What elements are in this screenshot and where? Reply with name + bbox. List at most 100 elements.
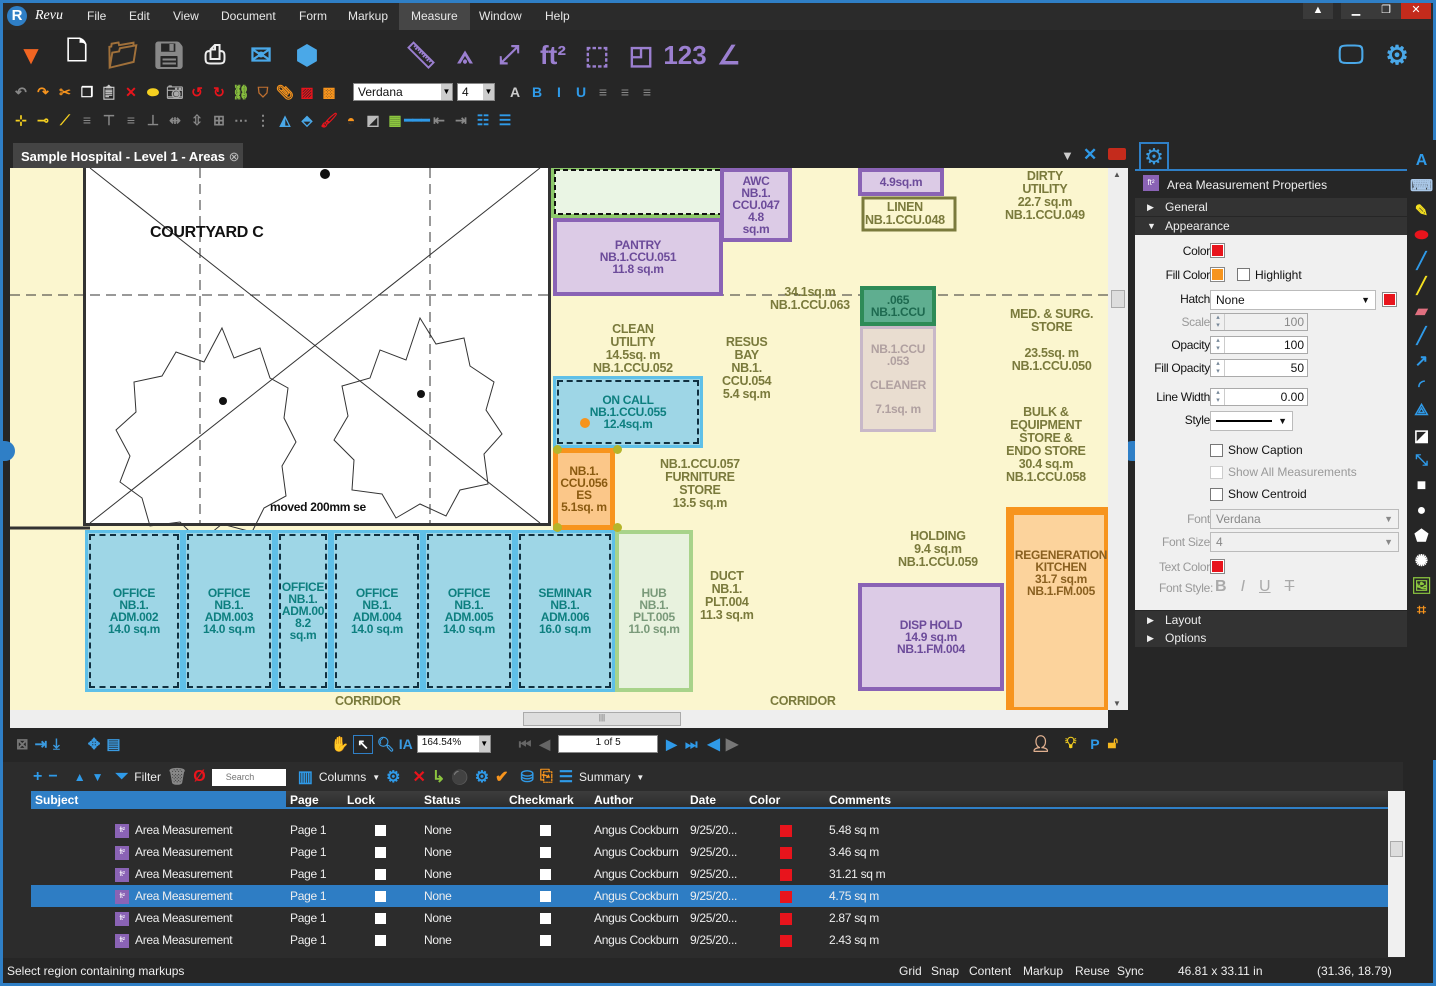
vertex-handle[interactable] (613, 445, 622, 454)
highlight-checkbox[interactable] (1237, 268, 1250, 281)
select-text-icon[interactable]: IA (399, 736, 413, 752)
pen-icon[interactable]: ╱ (1411, 250, 1433, 271)
summary-button[interactable]: Summary (579, 770, 630, 784)
status-traffic-light-icon[interactable]: ⚫ (451, 769, 468, 786)
tab-list-icon[interactable]: ▼ (1061, 148, 1074, 163)
show-centroid-checkbox[interactable] (1210, 488, 1223, 501)
properties-tab[interactable]: ⚙ (1139, 142, 1169, 170)
close-tab-icon[interactable]: ⊗ (229, 149, 240, 164)
unlock-icon[interactable]: 🔓︎ (1108, 735, 1118, 753)
area-measurement-room[interactable]: PANTRY NB.1.CCU.051 11.8 sq.m (553, 218, 723, 296)
link-icon[interactable]: ⛓ (231, 81, 251, 103)
move-down-icon[interactable]: ▼ (92, 770, 104, 784)
line-weight-icon[interactable]: ☰ (495, 109, 515, 131)
sync-icon[interactable]: ✥ (88, 735, 101, 753)
arc-icon[interactable]: ◜ (1411, 375, 1433, 396)
cutout-icon[interactable]: ◰ (621, 35, 661, 75)
status-settings-icon[interactable]: ⚙ (475, 767, 489, 787)
align-bottom-icon[interactable]: ⊥ (143, 109, 163, 131)
remove-vertex-icon[interactable]: ⊸ (33, 109, 53, 131)
column-header-status[interactable]: Status (420, 791, 505, 809)
area-measurement-room[interactable]: AWC NB.1. CCU.047 4.8 sq.m (720, 168, 792, 242)
no-filter-icon[interactable]: Ø (193, 768, 205, 786)
line-style-icon[interactable]: ━━━ (404, 109, 429, 131)
markup-search-input[interactable] (211, 768, 286, 786)
checkmark-checkbox[interactable] (536, 863, 551, 885)
edit-vertex-icon[interactable]: ⟋ (55, 109, 75, 131)
pdf-properties-icon[interactable]: P (1090, 736, 1099, 752)
markup-panel-toggle-icon[interactable] (1108, 148, 1126, 160)
count-icon[interactable]: 123 (663, 35, 706, 75)
font-color-icon[interactable]: A (505, 81, 525, 103)
align-right-icon[interactable]: ≡ (121, 109, 141, 131)
calibrate-caliper-icon[interactable]: ⟑ (445, 35, 485, 75)
line-icon[interactable]: ╱ (1411, 325, 1433, 346)
ellipse-icon[interactable]: ● (1411, 500, 1433, 521)
hatch-icon[interactable]: ▦ (385, 109, 405, 131)
fill-color-icon[interactable]: ◓ (341, 109, 361, 131)
markups-scrollbar[interactable] (1388, 791, 1405, 957)
previous-view-icon[interactable]: ◀︎ (708, 734, 720, 754)
menu-file[interactable]: File (75, 3, 118, 30)
lock-checkbox[interactable] (371, 907, 386, 929)
select-pointer-icon[interactable]: ↖ (353, 734, 373, 754)
markup-row[interactable]: ft² Area Measurement Page 1 None Angus Cockb… (31, 841, 1388, 863)
first-page-icon[interactable]: ⏮ (519, 736, 532, 753)
hatch-select[interactable]: None ▼ (1210, 290, 1376, 310)
settings-gear-icon[interactable]: ⚙ (386, 767, 400, 787)
align-right-icon[interactable]: ≡ (637, 81, 657, 103)
area-measurement-room[interactable]: REGENERATION KITCHEN 31.7 sq.m NB.1.FM.0… (1014, 518, 1108, 628)
angle-icon[interactable]: ∠ (709, 35, 749, 75)
checkmark-checkbox[interactable] (536, 929, 551, 951)
italic-icon[interactable]: I (549, 81, 569, 103)
text-icon[interactable]: A (1411, 150, 1433, 171)
vertex-handle[interactable] (613, 523, 622, 532)
checkmark-checkbox[interactable] (536, 885, 551, 907)
polylength-icon[interactable]: ⤢ (489, 35, 529, 75)
delete-icon[interactable]: ✕ (121, 81, 141, 103)
copy-icon[interactable]: ❐ (77, 81, 97, 103)
gear-icon[interactable]: ⚙ (1377, 35, 1417, 75)
area-measurement-room[interactable]: .065 NB.1.CCU (860, 286, 936, 326)
attach-icon[interactable]: 📎︎ (275, 81, 295, 103)
area-measurement-room[interactable]: OFFICE NB.1. ADM.003 14.0 sq.m (183, 530, 275, 692)
print-icon[interactable]: ⎙ (195, 35, 235, 75)
align-left-icon[interactable]: ≡ (77, 109, 97, 131)
font-size-select[interactable]: 4 ▼ (457, 83, 495, 101)
drawing-canvas[interactable]: COURTYARD C moved 200mm se AWC NB.1. CCU… (10, 168, 1108, 710)
single-page-icon[interactable]: ▤ (106, 735, 120, 753)
revu-3d-icon[interactable]: ⬢ (287, 35, 327, 75)
save-icon[interactable]: 💾︎ (149, 35, 189, 75)
typewriter-icon[interactable]: ⌨ (1410, 175, 1433, 196)
toggle-snap[interactable]: Snap (931, 960, 959, 983)
fill-opacity-spinner[interactable]: 50 (1210, 359, 1308, 377)
summary-icon[interactable]: ☰ (559, 767, 573, 787)
polyline-icon[interactable]: ⟁ (1411, 400, 1433, 421)
area-measurement-room[interactable]: ON CALL NB.1.CCU.055 12.4sq.m (553, 376, 703, 448)
toggle-markup[interactable]: Markup (1023, 960, 1063, 983)
markup-row[interactable]: ft² Area Measurement Page 1 None Angus Cockb… (31, 863, 1388, 885)
snapshot-icon[interactable]: 📷︎ (165, 81, 185, 103)
bold-icon[interactable]: B (527, 81, 547, 103)
collapse-all-icon[interactable]: − (48, 768, 57, 786)
line-width-icon[interactable]: ☷ (473, 109, 493, 131)
column-header-author[interactable]: Author (590, 791, 686, 809)
cut-icon[interactable]: ✂ (55, 81, 75, 103)
column-header-page[interactable]: Page (286, 791, 343, 809)
horizontal-scrollbar[interactable]: ||| (10, 710, 1108, 728)
area-measurement-room[interactable]: NB.1. CCU.056 ES 5.1sq. m (553, 448, 615, 530)
collapse-ribbon-icon[interactable]: ▲ (1303, 3, 1333, 19)
markup-row[interactable]: ft² Area Measurement Page 1 None Angus Cockb… (31, 885, 1388, 907)
columns-icon[interactable]: ▥ (298, 767, 313, 787)
minimize-button[interactable]: ▁ (1341, 3, 1371, 19)
filter-icon[interactable]: ⏷ (115, 768, 128, 786)
strikethrough-button[interactable]: T (1285, 578, 1295, 596)
redo-icon[interactable]: ↷ (33, 81, 53, 103)
highlighter-icon[interactable]: ╱ (1411, 275, 1433, 296)
import-markups-icon[interactable]: ⛁ (520, 767, 533, 787)
line-start-icon[interactable]: ⇤ (429, 109, 449, 131)
section-appearance[interactable]: ▼ Appearance (1135, 217, 1407, 235)
distribute-h-icon[interactable]: ⇹ (165, 109, 185, 131)
italic-button[interactable]: I (1241, 578, 1245, 596)
columns-button[interactable]: Columns (319, 770, 366, 784)
